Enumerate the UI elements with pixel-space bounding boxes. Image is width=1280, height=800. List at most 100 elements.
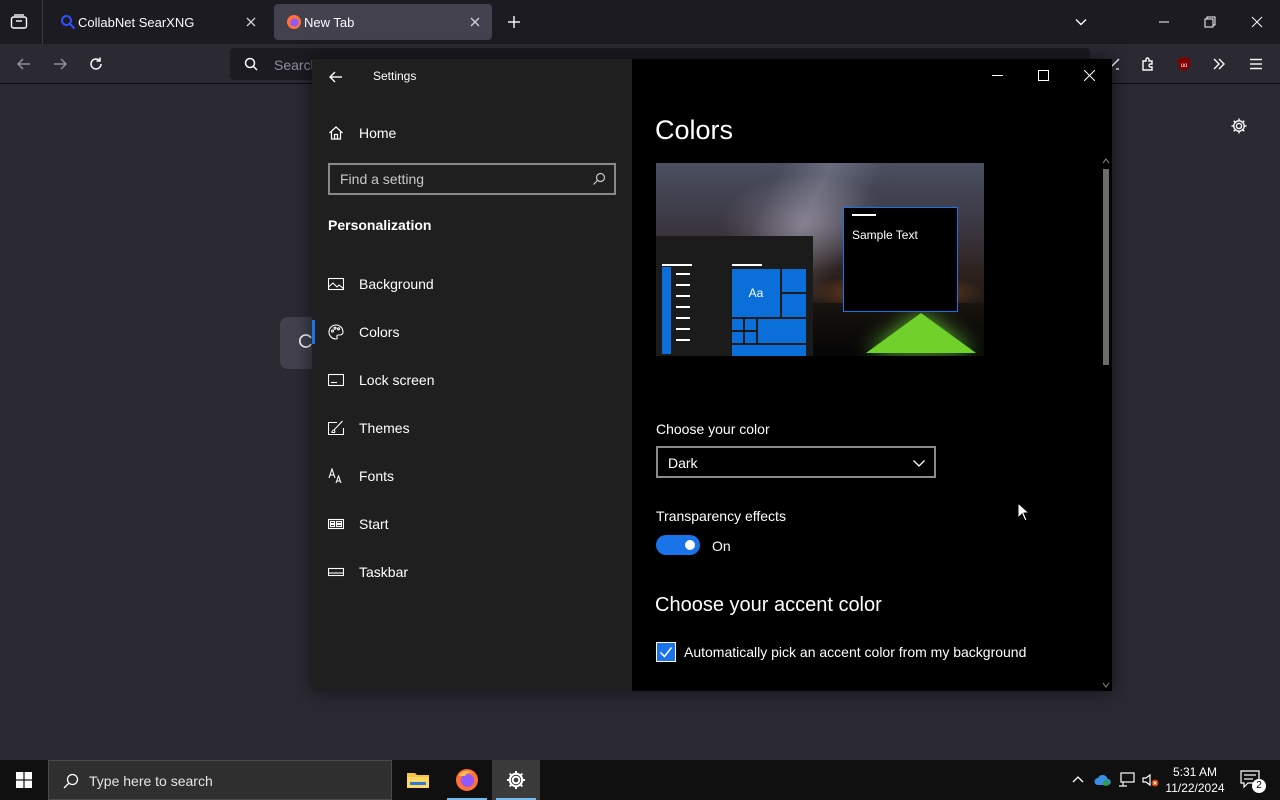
tab-collabnet-searxng[interactable]: CollabNet SearXNG — [48, 4, 270, 40]
settings-window: Settings Home Personalization Background — [312, 59, 1112, 691]
preview-tent — [866, 313, 976, 353]
preview-sample-window: Sample Text — [843, 207, 958, 312]
taskbar-icon — [328, 564, 344, 580]
preview-tile — [732, 319, 743, 330]
reload-icon[interactable] — [87, 55, 105, 73]
more-tools-chevrons-icon[interactable] — [1210, 55, 1228, 73]
nav-item-lock-screen[interactable]: Lock screen — [312, 360, 632, 400]
settings-content: Colors Aa Sample Text Choose your color … — [632, 59, 1112, 691]
scrollbar-thumb[interactable] — [1103, 169, 1109, 365]
lock-screen-icon — [328, 372, 344, 388]
choose-color-dropdown[interactable]: Dark — [656, 446, 936, 478]
nav-item-label: Background — [359, 276, 434, 292]
nav-item-background[interactable]: Background — [312, 264, 632, 304]
auto-accent-checkbox[interactable] — [656, 642, 676, 662]
scroll-down-arrow-icon[interactable] — [1102, 681, 1110, 689]
start-button[interactable] — [0, 760, 48, 800]
search-icon[interactable] — [592, 172, 606, 186]
minimize-icon[interactable] — [1156, 14, 1172, 30]
nav-item-taskbar[interactable]: Taskbar — [312, 552, 632, 592]
preview-sample-text: Sample Text — [852, 228, 918, 242]
volume-muted-icon[interactable] — [1140, 760, 1162, 800]
settings-sidebar: Settings Home Personalization Background — [312, 59, 632, 691]
section-title: Personalization — [328, 217, 432, 233]
transparency-toggle[interactable] — [656, 535, 700, 555]
browser-tab-bar: CollabNet SearXNG New Tab — [0, 0, 1280, 44]
new-tab-plus-icon[interactable] — [505, 13, 523, 31]
cloud-sync-icon[interactable] — [1092, 760, 1114, 800]
nav-item-fonts[interactable]: Fonts — [312, 456, 632, 496]
scrollbar[interactable] — [1100, 155, 1112, 691]
nav-item-label: Fonts — [359, 468, 395, 484]
taskbar-clock[interactable]: 5:31 AM 11/22/2024 — [1160, 764, 1230, 796]
maximize-icon[interactable] — [1020, 59, 1066, 91]
preview-sample-bar — [852, 214, 876, 216]
nav-item-label: Taskbar — [359, 564, 409, 580]
back-arrow-icon[interactable] — [326, 67, 346, 87]
forward-arrow-icon[interactable] — [51, 55, 69, 73]
search-icon — [244, 57, 258, 71]
taskbar-firefox[interactable] — [443, 760, 491, 800]
preview-tiles: Aa — [732, 269, 806, 356]
tab-title: New Tab — [304, 15, 355, 30]
preview-menu-line — [676, 295, 690, 297]
close-window-icon[interactable] — [1249, 14, 1265, 30]
action-center-button[interactable]: 2 — [1236, 760, 1266, 800]
chevron-up-icon[interactable] — [1068, 760, 1088, 800]
folder-icon — [406, 770, 430, 790]
start-tiles-icon — [328, 516, 344, 532]
scroll-up-arrow-icon[interactable] — [1102, 157, 1110, 165]
preview-tile — [745, 319, 756, 330]
window-title: Settings — [373, 69, 417, 83]
network-icon[interactable] — [1116, 760, 1138, 800]
nav-item-label: Colors — [359, 324, 400, 340]
extensions-puzzle-icon[interactable] — [1139, 55, 1157, 73]
preview-tiles-line — [732, 264, 762, 266]
list-all-tabs-icon[interactable] — [8, 12, 30, 32]
find-setting-box[interactable] — [328, 163, 616, 195]
windows-taskbar: Type here to search 5:31 AM 11/22/2024 2 — [0, 760, 1280, 800]
preview-menu-line — [676, 273, 690, 275]
ublock-origin-icon[interactable]: uo — [1175, 55, 1193, 73]
nav-item-themes[interactable]: Themes — [312, 408, 632, 448]
preview-tile-aa: Aa — [732, 269, 780, 317]
minimize-icon[interactable] — [974, 59, 1020, 91]
themes-brush-icon — [328, 420, 344, 436]
firefox-favicon-icon — [286, 14, 302, 30]
taskbar-file-explorer[interactable] — [394, 760, 442, 800]
notification-icon: 2 — [1240, 770, 1266, 793]
preview-menu-line — [676, 306, 690, 308]
clock-date: 11/22/2024 — [1165, 781, 1225, 795]
search-favicon-icon — [60, 14, 76, 30]
choose-color-value: Dark — [668, 455, 698, 471]
notification-count-badge: 2 — [1252, 779, 1266, 793]
toggle-knob — [685, 540, 695, 550]
chevron-down-icon[interactable] — [1073, 14, 1089, 30]
taskbar-search-box[interactable]: Type here to search — [48, 760, 392, 800]
nav-item-label: Themes — [359, 420, 410, 436]
fonts-icon — [328, 468, 344, 484]
close-icon[interactable] — [1066, 59, 1112, 91]
close-tab-icon[interactable] — [468, 15, 482, 29]
preview-menu-line — [676, 317, 690, 319]
home-icon — [328, 125, 344, 141]
tab-new-tab[interactable]: New Tab — [274, 4, 492, 40]
palette-icon — [328, 324, 344, 340]
preview-menu-line — [676, 284, 690, 286]
firefox-icon — [455, 768, 479, 792]
home-link[interactable]: Home — [328, 123, 396, 143]
search-icon — [63, 773, 79, 789]
restore-icon[interactable] — [1202, 14, 1218, 30]
taskbar-settings[interactable] — [492, 760, 540, 800]
close-tab-icon[interactable] — [244, 15, 258, 29]
picture-icon — [328, 276, 344, 292]
preview-tile — [758, 319, 806, 343]
nav-item-start[interactable]: Start — [312, 504, 632, 544]
back-arrow-icon[interactable] — [15, 55, 33, 73]
gear-icon[interactable] — [1229, 116, 1249, 136]
auto-accent-label[interactable]: Automatically pick an accent color from … — [684, 644, 1026, 660]
color-preview-image: Aa Sample Text — [656, 163, 984, 356]
hamburger-menu-icon[interactable] — [1247, 55, 1265, 73]
nav-item-colors[interactable]: Colors — [312, 312, 632, 352]
find-setting-input[interactable] — [330, 165, 580, 193]
